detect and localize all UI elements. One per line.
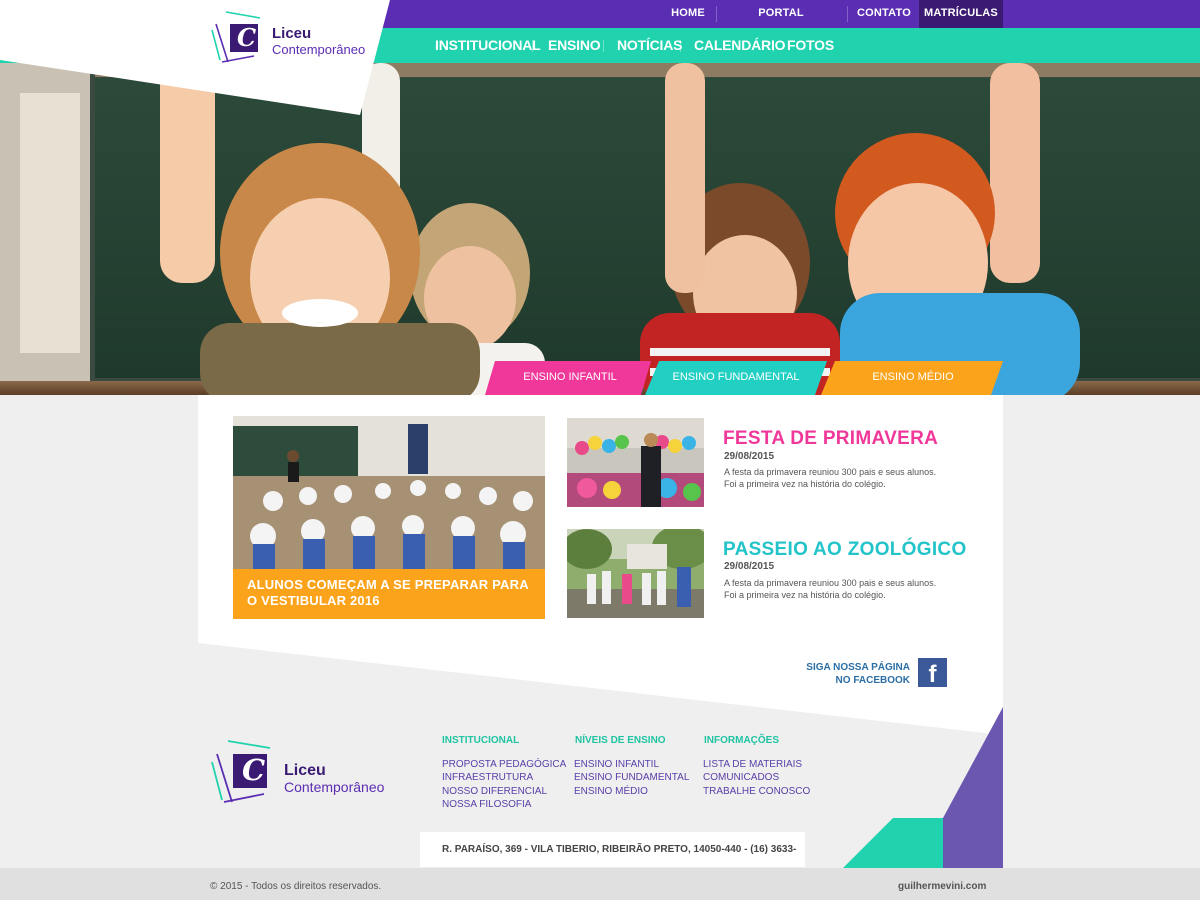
news-text-festa-line1: A festa da primavera reuniou 300 pais e …	[724, 467, 937, 477]
top-nav-contato[interactable]: CONTATO	[852, 0, 916, 28]
footer-link-medio[interactable]: ENSINO MÉDIO	[574, 785, 648, 799]
footer-link-fundamental[interactable]: ENSINO FUNDAMENTAL	[574, 771, 689, 785]
feature-caption[interactable]: ALUNOS COMEÇAM A SE PREPARAR PARA O VEST…	[233, 569, 545, 619]
tab-ensino-fundamental[interactable]: ENSINO FUNDAMENTAL	[660, 361, 812, 394]
nav-ensino[interactable]: ENSINO	[548, 28, 601, 63]
news-thumb-zoologico[interactable]	[567, 529, 704, 618]
news-date-zoologico: 29/08/2015	[724, 561, 775, 572]
news-title-zoologico[interactable]: PASSEIO AO ZOOLÓGICO	[723, 539, 967, 561]
news-title-festa[interactable]: FESTA DE PRIMAVERA	[723, 428, 938, 450]
divider	[680, 40, 681, 52]
brand-name-line1: Liceu	[272, 25, 312, 42]
bottom-bar	[0, 868, 1200, 900]
address-text: R. PARAÍSO, 369 - VILA TIBERIO, RIBEIRÃO…	[420, 832, 805, 891]
footer-link-filosofia[interactable]: NOSSA FILOSOFIA	[442, 798, 531, 812]
facebook-follow-label[interactable]: SIGA NOSSA PÁGINA NO FACEBOOK	[790, 661, 910, 687]
divider	[847, 6, 848, 22]
tab-ensino-infantil[interactable]: ENSINO INFANTIL	[495, 361, 645, 394]
footer-link-infantil[interactable]: ENSINO INFANTIL	[574, 758, 659, 772]
news-text-zoologico-line1: A festa da primavera reuniou 300 pais e …	[724, 578, 937, 588]
footer-link-diferencial[interactable]: NOSSO DIFERENCIAL	[442, 785, 547, 799]
footer-link-infraestrutura[interactable]: INFRAESTRUTURA	[442, 771, 533, 785]
copyright-text: © 2015 - Todos os direitos reservados.	[210, 881, 382, 892]
footer-link-comunicados[interactable]: COMUNICADOS	[703, 771, 779, 785]
divider	[603, 40, 604, 52]
facebook-icon[interactable]: f	[918, 658, 947, 687]
news-text-zoologico-line2: Foi a primeira vez na história do colégi…	[724, 590, 886, 600]
footer-heading-informacoes: INFORMAÇÕES	[704, 735, 779, 746]
footer-brand-logo[interactable]: C Liceu Contemporâneo	[208, 738, 408, 808]
divider	[532, 40, 533, 52]
footer-heading-institucional: INSTITUCIONAL	[442, 735, 520, 746]
footer-brand-name-line1: Liceu	[284, 762, 326, 779]
top-nav-matriculas[interactable]: MATRÍCULAS	[919, 0, 1003, 28]
nav-calendario[interactable]: CALENDÁRIO	[694, 28, 786, 63]
facebook-label-line2: NO FACEBOOK	[835, 675, 910, 686]
news-text-festa-line2: Foi a primeira vez na história do colégi…	[724, 479, 886, 489]
brand-logo[interactable]: C Liceu Contemporâneo	[208, 10, 388, 65]
footer-brand-name-line2: Contemporâneo	[284, 779, 385, 795]
nav-noticias[interactable]: NOTÍCIAS	[617, 28, 682, 63]
footer-link-proposta[interactable]: PROPOSTA PEDAGÓGICA	[442, 758, 566, 772]
designer-credit-link[interactable]: guilhermevini.com	[898, 881, 986, 892]
footer-heading-niveis: NÍVEIS DE ENSINO	[575, 735, 666, 746]
nav-institucional[interactable]: INSTITUCIONAL	[435, 28, 541, 63]
footer-link-trabalhe[interactable]: TRABALHE CONOSCO	[703, 785, 810, 799]
logo-letter: C	[242, 753, 266, 787]
feature-image[interactable]	[233, 416, 545, 569]
brand-name-line2: Contemporâneo	[272, 42, 366, 57]
top-nav-home[interactable]: HOME	[662, 0, 714, 28]
divider	[716, 6, 717, 22]
top-nav-portal-educacional[interactable]: PORTAL EDUCACIONAL	[720, 0, 842, 46]
nav-fotos[interactable]: FOTOS	[787, 28, 834, 63]
facebook-label-line1: SIGA NOSSA PÁGINA	[806, 662, 910, 673]
news-date-festa: 29/08/2015	[724, 451, 775, 462]
divider	[773, 40, 774, 52]
footer-link-materiais[interactable]: LISTA DE MATERIAIS	[703, 758, 802, 772]
tab-ensino-medio[interactable]: ENSINO MÉDIO	[835, 361, 991, 394]
news-thumb-festa[interactable]	[567, 418, 704, 507]
logo-letter: C	[237, 23, 257, 52]
